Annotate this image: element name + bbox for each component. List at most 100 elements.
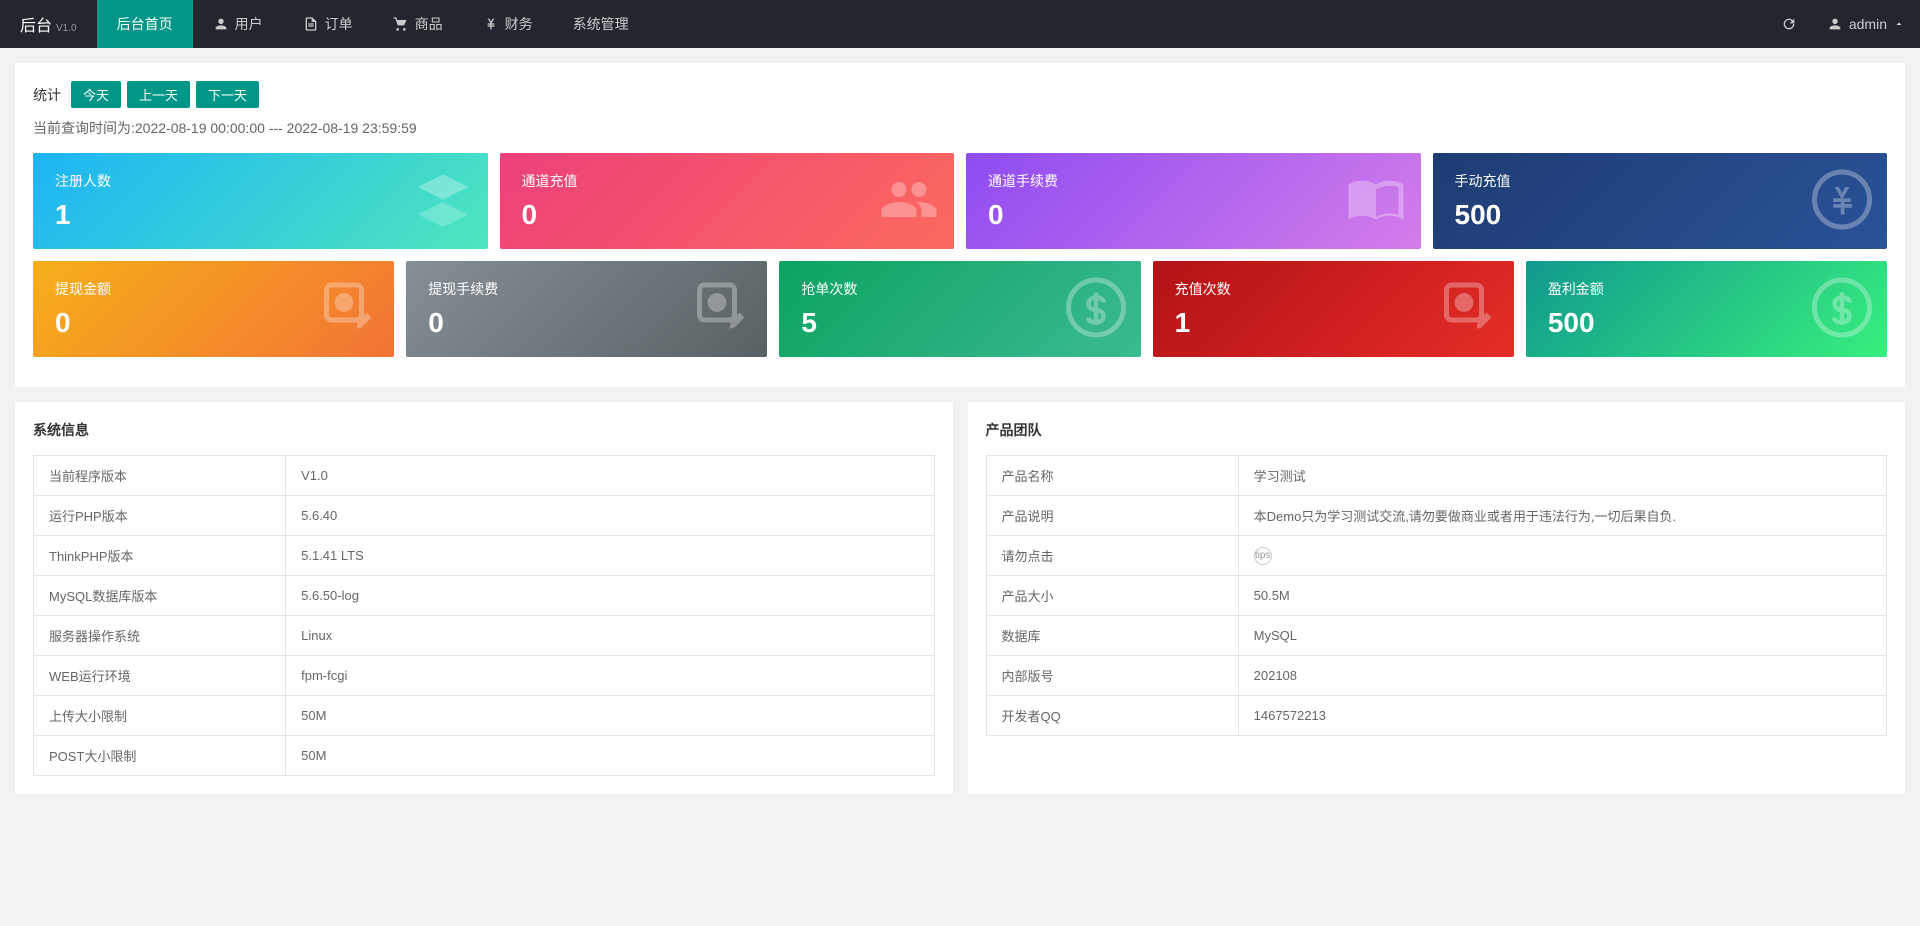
info-key: 上传大小限制 <box>34 696 286 736</box>
table-row: 产品大小50.5M <box>986 576 1887 616</box>
table-row: POST大小限制50M <box>34 736 935 776</box>
info-value: 1467572213 <box>1238 696 1886 736</box>
filter-row: 统计 今天上一天下一天 <box>33 81 1887 108</box>
table-row: 服务器操作系统Linux <box>34 616 935 656</box>
stat-value: 500 <box>1455 199 1866 231</box>
table-row: 产品说明本Demo只为学习测试交流,请勿要做商业或者用于违法行为,一切后果自负. <box>986 496 1887 536</box>
main-nav: 后台首页 用户 订单 商品 财务 系统管理 <box>97 0 649 48</box>
nav-label: 用户 <box>235 14 263 34</box>
info-value: tips <box>1238 536 1886 576</box>
stat-card: 通道手续费 0 <box>966 153 1421 249</box>
product-team-table: 产品名称学习测试产品说明本Demo只为学习测试交流,请勿要做商业或者用于违法行为… <box>986 455 1888 736</box>
info-key: 开发者QQ <box>986 696 1238 736</box>
nav-item-5[interactable]: 系统管理 <box>553 0 649 48</box>
info-value: 50M <box>286 696 934 736</box>
info-value: Linux <box>286 616 934 656</box>
edit-icon <box>319 278 379 341</box>
tips-icon[interactable]: tips <box>1254 547 1272 565</box>
user-icon <box>213 16 229 32</box>
yen-circle-icon <box>1812 170 1872 233</box>
refresh-button[interactable] <box>1766 0 1812 48</box>
nav-label: 后台首页 <box>117 14 173 34</box>
nav-item-1[interactable]: 用户 <box>193 0 283 48</box>
info-value: fpm-fcgi <box>286 656 934 696</box>
table-row: 上传大小限制50M <box>34 696 935 736</box>
layers-icon <box>413 170 473 233</box>
info-value: 5.6.40 <box>286 496 934 536</box>
info-key: 产品大小 <box>986 576 1238 616</box>
info-key: 运行PHP版本 <box>34 496 286 536</box>
nav-item-4[interactable]: 财务 <box>463 0 553 48</box>
table-row: 请勿点击tips <box>986 536 1887 576</box>
info-value: 5.1.41 LTS <box>286 536 934 576</box>
panel-title: 产品团队 <box>986 420 1888 440</box>
users-icon <box>879 170 939 233</box>
nav-label: 财务 <box>505 14 533 34</box>
info-value: 202108 <box>1238 656 1886 696</box>
refresh-icon <box>1781 16 1797 32</box>
table-row: WEB运行环境fpm-fcgi <box>34 656 935 696</box>
stats-card: 统计 今天上一天下一天 当前查询时间为:2022-08-19 00:00:00 … <box>15 63 1905 387</box>
dollar-icon <box>1066 278 1126 341</box>
info-value: MySQL <box>1238 616 1886 656</box>
top-header: 后台 V1.0 后台首页 用户 订单 商品 财务 系统管理 admin <box>0 0 1920 48</box>
cart-icon <box>393 16 409 32</box>
stat-title: 注册人数 <box>55 171 466 191</box>
user-menu[interactable]: admin <box>1812 0 1920 48</box>
stats-row-1: 注册人数 1 通道充值 0 通道手续费 0 手动充值 500 <box>33 153 1887 249</box>
info-key: ThinkPHP版本 <box>34 536 286 576</box>
book-icon <box>1346 170 1406 233</box>
table-row: 当前程序版本V1.0 <box>34 456 935 496</box>
info-value: 学习测试 <box>1238 456 1886 496</box>
nav-label: 商品 <box>415 14 443 34</box>
header-right: admin <box>1766 0 1920 48</box>
filter-button-1[interactable]: 上一天 <box>127 81 190 108</box>
filter-button-2[interactable]: 下一天 <box>196 81 259 108</box>
info-key: MySQL数据库版本 <box>34 576 286 616</box>
chevron-up-icon <box>1893 18 1905 30</box>
info-value: 5.6.50-log <box>286 576 934 616</box>
panel-title: 系统信息 <box>33 420 935 440</box>
info-value: 本Demo只为学习测试交流,请勿要做商业或者用于违法行为,一切后果自负. <box>1238 496 1886 536</box>
info-key: WEB运行环境 <box>34 656 286 696</box>
nav-item-2[interactable]: 订单 <box>283 0 373 48</box>
table-row: ThinkPHP版本5.1.41 LTS <box>34 536 935 576</box>
nav-label: 系统管理 <box>573 14 629 34</box>
info-key: 服务器操作系统 <box>34 616 286 656</box>
stat-title: 通道充值 <box>522 171 933 191</box>
product-team-panel: 产品团队 产品名称学习测试产品说明本Demo只为学习测试交流,请勿要做商业或者用… <box>968 402 1906 794</box>
stat-card: 盈利金额 500 <box>1526 261 1887 357</box>
yen-icon <box>483 16 499 32</box>
nav-label: 订单 <box>325 14 353 34</box>
table-row: MySQL数据库版本5.6.50-log <box>34 576 935 616</box>
info-key: POST大小限制 <box>34 736 286 776</box>
info-key: 当前程序版本 <box>34 456 286 496</box>
stat-title: 通道手续费 <box>988 171 1399 191</box>
stat-card: 提现金额 0 <box>33 261 394 357</box>
stat-card: 提现手续费 0 <box>406 261 767 357</box>
user-icon <box>1827 16 1843 32</box>
username: admin <box>1849 16 1887 32</box>
edit-icon <box>1439 278 1499 341</box>
filter-button-0[interactable]: 今天 <box>71 81 121 108</box>
system-info-table: 当前程序版本V1.0运行PHP版本5.6.40ThinkPHP版本5.1.41 … <box>33 455 935 776</box>
stat-card: 抢单次数 5 <box>779 261 1140 357</box>
nav-item-0[interactable]: 后台首页 <box>97 0 193 48</box>
logo: 后台 V1.0 <box>0 12 97 36</box>
info-key: 产品名称 <box>986 456 1238 496</box>
info-key: 数据库 <box>986 616 1238 656</box>
stat-card: 充值次数 1 <box>1153 261 1514 357</box>
stat-value: 0 <box>988 199 1399 231</box>
table-row: 开发者QQ1467572213 <box>986 696 1887 736</box>
info-key: 产品说明 <box>986 496 1238 536</box>
stats-row-2: 提现金额 0 提现手续费 0 抢单次数 5 充值次数 1 盈利金额 500 <box>33 261 1887 357</box>
query-time-text: 当前查询时间为:2022-08-19 00:00:00 --- 2022-08-… <box>33 118 1887 138</box>
stat-title: 手动充值 <box>1455 171 1866 191</box>
table-row: 运行PHP版本5.6.40 <box>34 496 935 536</box>
stat-value: 0 <box>522 199 933 231</box>
nav-item-3[interactable]: 商品 <box>373 0 463 48</box>
system-info-panel: 系统信息 当前程序版本V1.0运行PHP版本5.6.40ThinkPHP版本5.… <box>15 402 953 794</box>
info-value: 50M <box>286 736 934 776</box>
filter-label: 统计 <box>33 85 61 105</box>
doc-icon <box>303 16 319 32</box>
